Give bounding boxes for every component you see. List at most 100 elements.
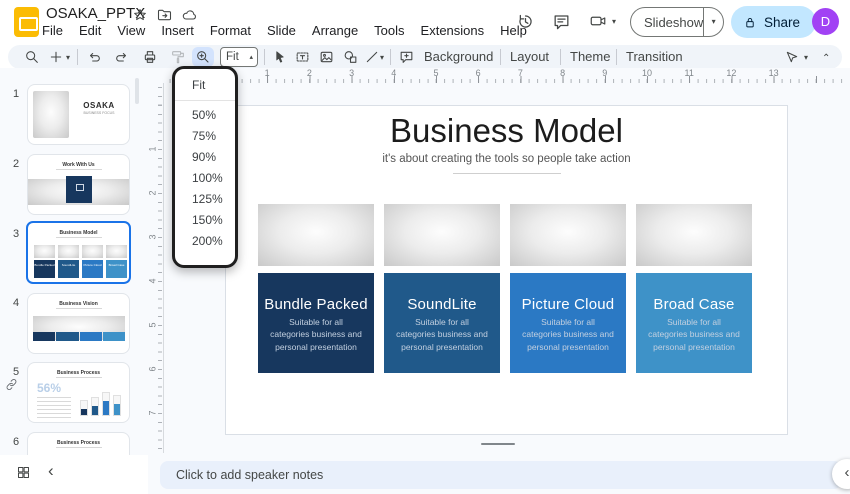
- insert-image-icon[interactable]: [318, 49, 335, 65]
- ruler-number: 5: [433, 68, 439, 78]
- menu-arrange[interactable]: Arrange: [304, 21, 366, 40]
- menu-file[interactable]: File: [34, 21, 71, 40]
- menu-tools[interactable]: Tools: [366, 21, 412, 40]
- zoom-option-125[interactable]: 125%: [175, 189, 235, 210]
- insert-comment-icon[interactable]: [398, 49, 415, 65]
- zoom-option-75[interactable]: 75%: [175, 126, 235, 147]
- card-body: Suitable for all categories business and…: [270, 317, 362, 352]
- slide-thumbnail-3-selected[interactable]: Business Model Bundle Packed SoundLite P…: [26, 221, 131, 284]
- layout-button[interactable]: Layout: [510, 45, 549, 69]
- slide-thumbnail-1[interactable]: OSAKA BUSINESS FOCUS: [28, 85, 129, 144]
- slide-divider-line: [452, 173, 561, 174]
- slide-thumbnail-5[interactable]: Business Process 56%: [28, 363, 129, 422]
- card-title: Bundle Packed: [264, 296, 368, 313]
- text-box-icon[interactable]: [294, 49, 311, 65]
- ruler-number: 9: [602, 68, 608, 78]
- image-placeholder[interactable]: [384, 204, 500, 266]
- new-slide-icon[interactable]: [48, 49, 64, 65]
- editor-canvas: 1 OSAKA BUSINESS FOCUS 2 Work With Us 3 …: [0, 68, 850, 494]
- meet-caret-icon[interactable]: ▾: [612, 18, 616, 26]
- paperclip-icon: [5, 378, 18, 391]
- menu-view[interactable]: View: [109, 21, 153, 40]
- filmstrip-scrollbar[interactable]: [135, 78, 139, 104]
- share-button[interactable]: Share: [731, 6, 817, 38]
- menu-slide[interactable]: Slide: [259, 21, 304, 40]
- toolbar: ▾ Fit ▴ ▾ Background Layout Theme Transi…: [8, 45, 842, 69]
- slide-title-textbox[interactable]: Business Model: [226, 112, 787, 150]
- version-history-icon[interactable]: [516, 12, 535, 31]
- card-body: Suitable for all categories business and…: [396, 317, 488, 352]
- menu-format[interactable]: Format: [202, 21, 259, 40]
- collapse-toolbar-icon[interactable]: ⌃: [822, 54, 830, 64]
- speaker-notes-input[interactable]: Click to add speaker notes: [160, 461, 842, 489]
- slide-subtitle-textbox[interactable]: it's about creating the tools so people …: [226, 153, 787, 165]
- ruler-number: 6: [147, 366, 158, 372]
- paint-format-icon[interactable]: [170, 49, 186, 65]
- background-button[interactable]: Background: [424, 45, 493, 69]
- card-title: Picture Cloud: [521, 296, 615, 313]
- slide-number: 6: [12, 436, 20, 448]
- notes-resize-handle[interactable]: [481, 443, 515, 445]
- transition-button[interactable]: Transition: [626, 45, 683, 69]
- zoom-option-50[interactable]: 50%: [175, 105, 235, 126]
- meet-camera-icon[interactable]: [588, 12, 608, 30]
- zoom-option-100[interactable]: 100%: [175, 168, 235, 189]
- ruler-number: 7: [147, 410, 158, 416]
- redo-icon[interactable]: [114, 49, 130, 65]
- ruler-number: 1: [264, 68, 270, 78]
- menu-edit[interactable]: Edit: [71, 21, 109, 40]
- grid-view-icon[interactable]: [16, 465, 31, 480]
- zoom-option-90[interactable]: 90%: [175, 147, 235, 168]
- zoom-option-150[interactable]: 150%: [175, 210, 235, 231]
- insert-line-caret-icon[interactable]: ▾: [380, 54, 384, 62]
- card-title: Broad Case: [653, 296, 735, 313]
- card-title: SoundLite: [407, 296, 477, 313]
- search-menus-icon[interactable]: [24, 49, 40, 65]
- ruler-number: 4: [147, 278, 158, 284]
- slide-number: 2: [12, 158, 20, 170]
- ruler-number: 3: [147, 234, 158, 240]
- slide-column-3: Picture Cloud Suitable for all categorie…: [510, 204, 626, 373]
- card-body: Suitable for all categories business and…: [648, 317, 740, 352]
- zoom-select[interactable]: Fit ▴: [220, 47, 258, 67]
- image-placeholder[interactable]: [258, 204, 374, 266]
- card-broad-case[interactable]: Broad Case Suitable for all categories b…: [636, 273, 752, 373]
- open-comments-icon[interactable]: [552, 12, 571, 31]
- vertical-ruler: 1 2 3 4 5 6 7: [146, 83, 164, 453]
- zoom-option-200[interactable]: 200%: [175, 231, 235, 252]
- insert-shape-icon[interactable]: [342, 49, 359, 65]
- chevron-left-icon[interactable]: ‹: [48, 461, 54, 481]
- pen-pointer-icon[interactable]: [784, 49, 800, 65]
- card-bundle-packed[interactable]: Bundle Packed Suitable for all categorie…: [258, 273, 374, 373]
- menubar: File Edit View Insert Format Slide Arran…: [34, 21, 535, 40]
- menu-insert[interactable]: Insert: [153, 21, 202, 40]
- zoom-in-icon[interactable]: [195, 49, 211, 65]
- zoom-option-fit[interactable]: Fit: [175, 73, 235, 97]
- slide-thumbnail-2[interactable]: Work With Us: [28, 155, 129, 214]
- ruler-number: 12: [726, 68, 737, 78]
- insert-line-icon[interactable]: [364, 49, 380, 65]
- print-icon[interactable]: [142, 49, 158, 65]
- ruler-number: 5: [147, 322, 158, 328]
- slideshow-label: Slideshow: [644, 14, 704, 30]
- card-picture-cloud[interactable]: Picture Cloud Suitable for all categorie…: [510, 273, 626, 373]
- document-title[interactable]: OSAKA_PPTX: [46, 5, 145, 22]
- theme-button[interactable]: Theme: [570, 45, 610, 69]
- select-cursor-icon[interactable]: [272, 49, 288, 65]
- ruler-number: 3: [349, 68, 355, 78]
- undo-icon[interactable]: [86, 49, 102, 65]
- slideshow-button[interactable]: Slideshow ▾: [630, 7, 724, 37]
- slide-thumbnail-6[interactable]: Business Process: [28, 433, 129, 455]
- slideshow-options-caret[interactable]: ▾: [703, 8, 723, 36]
- pen-pointer-caret-icon[interactable]: ▾: [804, 54, 808, 62]
- bottom-left-bar: ‹: [0, 455, 148, 494]
- image-placeholder[interactable]: [636, 204, 752, 266]
- image-placeholder[interactable]: [510, 204, 626, 266]
- card-soundlite[interactable]: SoundLite Suitable for all categories bu…: [384, 273, 500, 373]
- slide-thumbnail-4[interactable]: Business Vision: [28, 294, 129, 353]
- zoom-select-caret-icon: ▴: [249, 53, 253, 61]
- zoom-select-value: Fit: [226, 51, 239, 63]
- menu-extensions[interactable]: Extensions: [413, 21, 493, 40]
- new-slide-caret-icon[interactable]: ▾: [66, 54, 70, 62]
- avatar[interactable]: D: [812, 8, 839, 35]
